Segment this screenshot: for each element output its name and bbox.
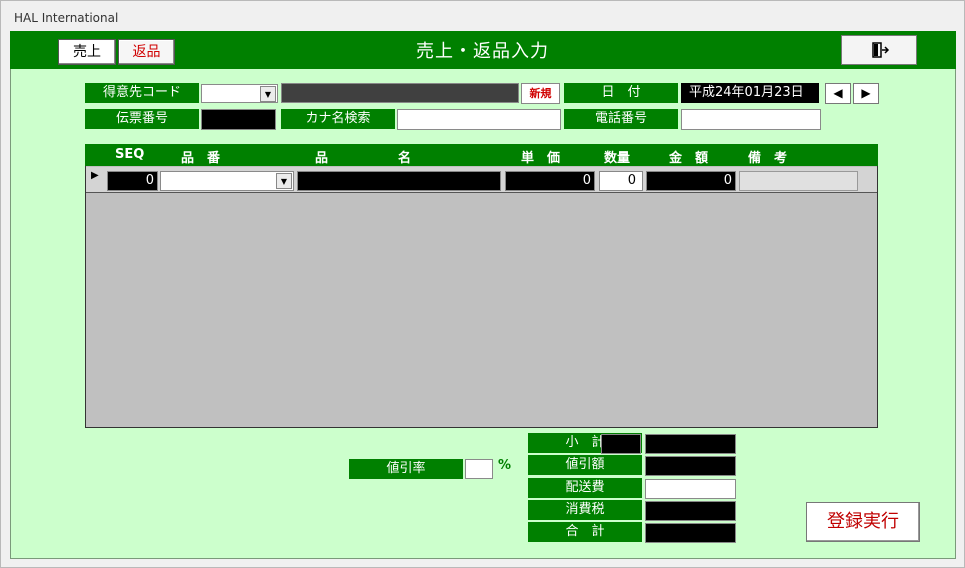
sales-tab-button[interactable]: 売上 [58,39,116,65]
total-label: 合 計 [528,522,642,542]
slip-number-label: 伝票番号 [85,109,199,129]
record-selector-icon: ▶ [91,170,99,181]
chevron-down-icon[interactable]: ▼ [276,173,292,189]
tax-label: 消費税 [528,500,642,520]
new-customer-button[interactable]: 新規 [521,83,560,104]
cell-quantity[interactable]: 0 [599,171,643,191]
subtotal-field [645,434,736,454]
cell-amount[interactable]: 0 [646,171,736,191]
tax-field [645,501,736,521]
discount-amount-label: 値引額 [528,455,642,475]
exit-button[interactable] [841,35,917,65]
col-amount: 金 額 [669,151,709,166]
customer-code-label: 得意先コード [85,83,199,103]
col-item-code: 品 番 [181,151,221,166]
kana-search-input[interactable] [397,109,561,130]
discount-rate-label: 値引率 [349,459,463,479]
window-title: HAL International [14,11,119,25]
subtotal-qty-field [601,434,641,454]
percent-symbol: % [498,458,512,473]
cell-note[interactable] [739,171,858,191]
return-tab-button[interactable]: 返品 [118,39,175,65]
phone-input[interactable] [681,109,821,130]
col-quantity: 数量 [604,151,631,166]
discount-rate-input[interactable] [465,459,493,479]
next-date-button[interactable]: ▶ [853,83,879,104]
register-button[interactable]: 登録実行 [806,502,920,542]
date-label: 日 付 [564,83,678,103]
triangle-right-icon: ▶ [861,86,871,100]
customer-code-combo[interactable]: ▼ [201,84,278,103]
shipping-label: 配送費 [528,478,642,498]
cell-seq[interactable]: 0 [107,171,158,191]
cell-item-code-combo[interactable]: ▼ [160,171,294,191]
slip-number-field [201,109,276,130]
col-item-name-1: 品 [315,151,329,166]
discount-amount-field [645,456,736,476]
cell-item-name[interactable] [297,171,501,191]
cell-unit-price[interactable]: 0 [505,171,595,191]
col-seq: SEQ [115,147,145,162]
phone-label: 電話番号 [564,109,678,129]
col-note: 備 考 [748,151,788,166]
kana-search-label: カナ名検索 [281,109,395,129]
date-field[interactable]: 平成24年01月23日 [681,83,819,103]
customer-name-field [281,83,519,103]
shipping-input[interactable] [645,479,736,499]
col-item-name-2: 名 [398,151,412,166]
col-unit-price: 単 価 [521,151,561,166]
total-field [645,523,736,543]
prev-date-button[interactable]: ◀ [825,83,851,104]
triangle-left-icon: ◀ [833,86,843,100]
chevron-down-icon[interactable]: ▼ [260,86,276,102]
exit-door-icon [872,42,890,58]
